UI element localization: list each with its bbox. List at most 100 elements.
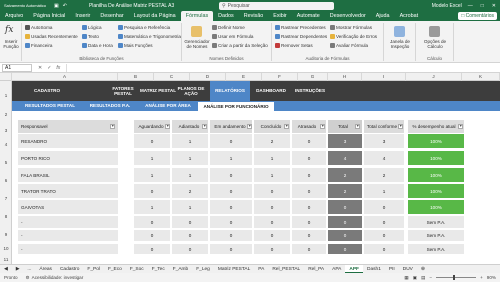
nav-dashboard[interactable]: DASHBOARD (252, 81, 290, 101)
fx-icon[interactable]: fx (56, 65, 60, 71)
create-from-selection-button[interactable]: Criar a partir da Seleção (212, 43, 268, 48)
user-name[interactable]: Modelo Excel (432, 3, 462, 9)
table-cell[interactable]: 4 (328, 151, 362, 165)
table-cell[interactable]: 1 (254, 168, 290, 182)
menu-desenhar[interactable]: Desenhar (95, 11, 128, 21)
normal-view-icon[interactable]: ▦ (404, 275, 408, 281)
menu-pagina-inicial[interactable]: Página Inicial (28, 11, 70, 21)
watch-window-button[interactable]: Janela de Inspeção (385, 39, 415, 49)
accessibility-status[interactable]: Acessibilidade: investigar (32, 275, 84, 280)
menu-revisao[interactable]: Revisão (239, 11, 268, 21)
table-cell[interactable]: 2 (328, 168, 362, 182)
table-cell[interactable]: 0 (134, 244, 170, 254)
table-cell[interactable]: 0 (210, 230, 252, 241)
column-header-i[interactable]: I (362, 73, 406, 81)
select-all-corner[interactable] (0, 73, 12, 81)
use-in-formula-button[interactable]: Usar em Fórmula (212, 34, 253, 39)
menu-inserir[interactable]: Inserir (70, 11, 95, 21)
zoom-slider-thumb[interactable] (453, 275, 456, 280)
table-cell[interactable]: 1 (364, 184, 404, 198)
row-header[interactable]: 6 (0, 178, 12, 183)
column-header-b[interactable]: B (118, 73, 154, 81)
nav-fatores-pestal[interactable]: FATORES PESTAL (104, 81, 142, 101)
table-cell[interactable]: 0 (364, 200, 404, 214)
table-cell[interactable]: 0 (328, 244, 362, 254)
row-header[interactable]: 8 (0, 214, 12, 219)
table-cell[interactable]: 100% (408, 151, 464, 165)
logical-button[interactable]: Lógica (82, 25, 102, 30)
table-cell-responsavel[interactable]: FALA BRASIL (18, 168, 118, 182)
column-header-a[interactable]: A (12, 73, 118, 81)
table-cell[interactable]: 0 (210, 134, 252, 148)
row-header[interactable]: 5 (0, 160, 12, 165)
enter-icon[interactable]: ✓ (47, 65, 51, 71)
column-header-f[interactable]: F (262, 73, 298, 81)
table-cell[interactable]: 0 (292, 244, 326, 254)
menu-desenvolvedor[interactable]: Desenvolvedor (325, 11, 371, 21)
trace-dependents-button[interactable]: Rastrear Dependentes (275, 34, 327, 39)
table-cell[interactable]: 3 (364, 134, 404, 148)
close-icon[interactable]: ✕ (492, 3, 496, 9)
filter-dropdown-icon[interactable]: ▼ (398, 124, 403, 129)
table-cell-responsavel[interactable]: PORTO RICO (18, 151, 118, 165)
filter-dropdown-icon[interactable]: ▼ (284, 124, 289, 129)
autosave-label[interactable]: Salvamento Automático (4, 3, 50, 8)
table-cell-responsavel[interactable]: - (18, 216, 118, 228)
table-cell[interactable]: 1 (134, 168, 170, 182)
nav-relatorios[interactable]: RELATÓRIOS (210, 81, 250, 101)
table-cell[interactable]: 2 (364, 168, 404, 182)
evaluate-formula-button[interactable]: Avaliar Fórmula (330, 43, 368, 48)
menu-formulas[interactable]: Fórmulas (180, 11, 214, 21)
save-icon[interactable]: ▣ (54, 3, 59, 9)
table-cell[interactable]: 0 (328, 200, 362, 214)
table-cell[interactable]: 0 (172, 244, 208, 254)
minimize-icon[interactable]: — (468, 3, 473, 9)
menu-layout[interactable]: Layout da Página (129, 11, 181, 21)
column-header-d[interactable]: D (190, 73, 226, 81)
page-break-icon[interactable]: ▤ (421, 275, 425, 281)
table-cell[interactable]: 0 (292, 184, 326, 198)
table-cell[interactable]: 100% (408, 134, 464, 148)
table-cell[interactable]: 2 (172, 184, 208, 198)
page-layout-icon[interactable]: ▣ (413, 275, 417, 281)
nav-cadastro[interactable]: CADASTRO (28, 81, 66, 101)
table-cell[interactable]: 0 (210, 216, 252, 228)
filter-dropdown-icon[interactable]: ▼ (202, 124, 207, 129)
table-cell[interactable]: Sem P.A. (408, 244, 464, 254)
financial-button[interactable]: Financeira (25, 43, 52, 48)
table-cell[interactable]: 0 (134, 230, 170, 241)
table-cell[interactable]: 0 (254, 184, 290, 198)
calc-options-button[interactable]: Opções de Cálculo (417, 39, 453, 49)
table-cell[interactable]: 1 (172, 200, 208, 214)
table-cell[interactable]: 3 (328, 134, 362, 148)
table-cell[interactable]: 100% (408, 184, 464, 198)
table-cell[interactable]: 0 (292, 151, 326, 165)
table-cell[interactable]: 0 (134, 216, 170, 228)
row-header[interactable]: 3 (0, 128, 12, 133)
table-cell[interactable]: 100% (408, 168, 464, 182)
table-cell[interactable]: 0 (364, 244, 404, 254)
table-cell-responsavel[interactable]: - (18, 244, 118, 254)
table-cell[interactable]: 0 (328, 230, 362, 241)
filter-dropdown-icon[interactable]: ▼ (110, 124, 115, 129)
column-header-c[interactable]: C (154, 73, 190, 81)
table-cell[interactable]: 0 (364, 216, 404, 228)
error-check-button[interactable]: Verificação de Erros (330, 34, 377, 39)
table-cell[interactable]: 1 (210, 151, 252, 165)
table-cell[interactable]: 0 (254, 200, 290, 214)
trace-precedents-button[interactable]: Rastrear Precedentes (275, 25, 326, 30)
table-cell[interactable]: 1 (254, 151, 290, 165)
subnav-resultados-pa[interactable]: RESULTADOS P.A. (82, 101, 138, 111)
filter-dropdown-icon[interactable]: ▼ (458, 124, 463, 129)
table-cell[interactable]: 1 (172, 168, 208, 182)
table-cell-responsavel[interactable]: - (18, 230, 118, 241)
row-header[interactable]: 9 (0, 232, 12, 237)
search-box[interactable]: ⚲ Pesquisar (218, 1, 334, 10)
table-cell[interactable]: 1 (172, 134, 208, 148)
name-manager-button[interactable]: Gerenciador de Nomes (183, 39, 211, 49)
show-formulas-button[interactable]: Mostrar Fórmulas (330, 25, 372, 30)
autosum-button[interactable]: AutoSoma (25, 25, 52, 30)
lookup-button[interactable]: Pesquisa e Referência (118, 25, 170, 30)
table-cell[interactable]: 0 (292, 200, 326, 214)
subnav-resultados-pestal[interactable]: RESULTADOS PESTAL (20, 101, 80, 111)
